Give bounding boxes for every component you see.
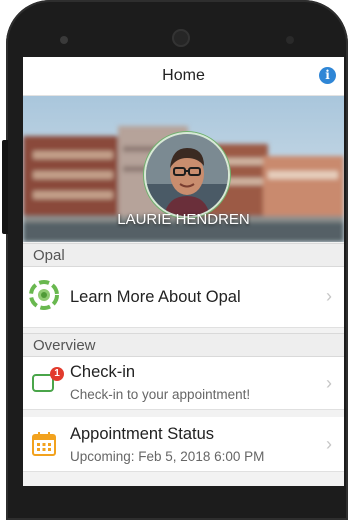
section-header-opal: Opal [23, 243, 344, 267]
item-subtitle: Check-in to your appointment! [70, 387, 251, 402]
notification-badge: 1 [50, 367, 64, 381]
section-label: Overview [33, 337, 96, 354]
list-item-check-in[interactable]: 1 Check-in Check-in to your appointment!… [23, 357, 344, 410]
list-item-learn-more[interactable]: Learn More About Opal › [23, 267, 344, 328]
user-name: LAURIE HENDREN [117, 211, 250, 228]
front-camera [172, 29, 190, 47]
speaker-dot [60, 36, 68, 44]
section-label: Opal [33, 247, 65, 264]
calendar-icon [32, 432, 56, 456]
page-title: Home [162, 67, 205, 84]
chevron-right-icon: › [326, 373, 332, 393]
profile-photo [146, 134, 228, 216]
proximity-sensor [286, 36, 294, 44]
avatar[interactable] [144, 132, 230, 218]
info-icon[interactable]: i [319, 67, 336, 84]
item-title: Learn More About Opal [70, 288, 241, 306]
item-title: Appointment Status [70, 425, 215, 443]
list-item-appointment-status[interactable]: Appointment Status Upcoming: Feb 5, 2018… [23, 417, 344, 472]
item-subtitle: Upcoming: Feb 5, 2018 6:00 PM [70, 449, 265, 464]
phone-frame: Home i LAURIE HENDREN Opal Learn More Ab… [0, 0, 353, 520]
profile-banner: LAURIE HENDREN [23, 96, 344, 242]
chevron-right-icon: › [326, 434, 332, 454]
section-header-overview: Overview [23, 333, 344, 357]
opal-logo-icon [29, 280, 59, 310]
navigation-bar: Home i [23, 57, 344, 96]
chevron-right-icon: › [326, 286, 332, 306]
side-button [2, 140, 8, 234]
app-screen: Home i LAURIE HENDREN Opal Learn More Ab… [23, 57, 344, 486]
item-title: Check-in [70, 363, 136, 381]
